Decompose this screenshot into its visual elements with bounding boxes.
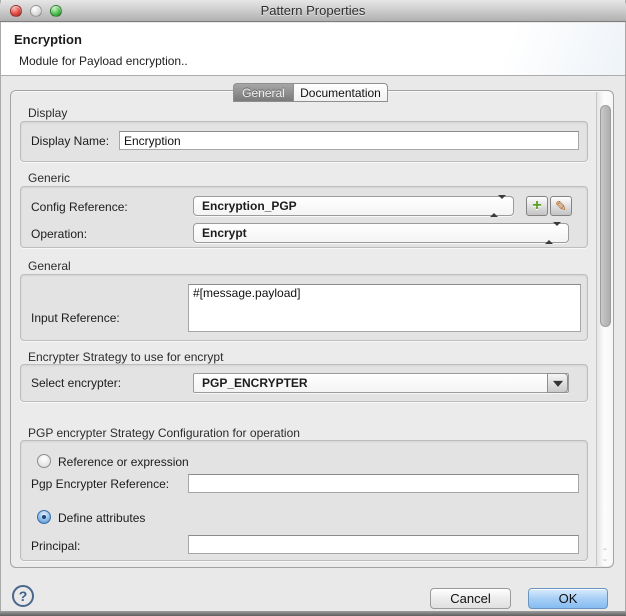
edit-config-button[interactable]: ✎ (550, 196, 572, 216)
pencil-icon: ✎ (555, 198, 567, 214)
page-title: Encryption (14, 32, 82, 47)
operation-dropdown[interactable]: Encrypt (193, 222, 569, 244)
group-box-pgp-config: Reference or expression Pgp Encrypter Re… (20, 440, 588, 561)
select-encrypter-label: Select encrypter: (31, 376, 122, 390)
group-box-generic: Config Reference: Encryption_PGP + ✎ Ope… (20, 186, 588, 248)
ok-button[interactable]: OK (528, 588, 608, 609)
group-box-encrypter-strategy: Select encrypter: PGP_ENCRYPTER (20, 364, 588, 402)
dialog-header: Encryption Module for Payload encryption… (1, 23, 625, 76)
input-reference-textarea[interactable]: #[message.payload] (188, 284, 581, 332)
display-name-input[interactable] (119, 131, 579, 150)
pgp-encrypter-reference-input[interactable] (188, 474, 579, 493)
scrollbar-arrows-icon[interactable]: ⌃ ⌄ (597, 548, 613, 563)
operation-label: Operation: (31, 227, 88, 241)
help-button[interactable]: ? (12, 585, 34, 607)
group-label-encrypter-strategy: Encrypter Strategy to use for encrypt (28, 350, 224, 364)
window-bottom-edge (0, 611, 626, 616)
config-reference-dropdown[interactable]: Encryption_PGP (193, 195, 514, 217)
group-label-general: General (28, 259, 71, 273)
tab-general[interactable]: General (233, 83, 293, 102)
window-title: Pattern Properties (260, 3, 366, 18)
titlebar[interactable]: Pattern Properties (0, 0, 626, 22)
principal-input[interactable] (188, 535, 579, 554)
select-encrypter-dropdown[interactable]: PGP_ENCRYPTER (193, 373, 569, 393)
cancel-button[interactable]: Cancel (430, 588, 511, 609)
define-attributes-radio[interactable] (37, 510, 51, 524)
vertical-scrollbar[interactable]: ⌃ ⌄ (596, 92, 613, 566)
pattern-properties-dialog: { "colors": { "accent_blue": "#4c86c4", … (0, 0, 626, 616)
display-name-label: Display Name: (31, 134, 110, 148)
reference-or-expression-radio[interactable] (37, 454, 51, 468)
principal-label: Principal: (31, 539, 81, 553)
select-encrypter-value: PGP_ENCRYPTER (202, 376, 308, 390)
group-box-general: Input Reference: #[message.payload] (20, 274, 588, 341)
config-reference-label: Config Reference: (31, 200, 128, 214)
stepper-icon (490, 195, 506, 217)
reference-or-expression-label: Reference or expression (58, 455, 189, 469)
define-attributes-label: Define attributes (58, 511, 146, 525)
group-box-display: Display Name: (20, 121, 588, 162)
group-label-pgp-config: PGP encrypter Strategy Configuration for… (28, 426, 300, 440)
page-subtitle: Module for Payload encryption.. (19, 54, 188, 68)
operation-value: Encrypt (202, 226, 247, 240)
tab-documentation[interactable]: Documentation (293, 83, 388, 102)
plus-icon: + (532, 197, 542, 214)
group-label-generic: Generic (28, 171, 71, 185)
config-reference-value: Encryption_PGP (202, 199, 297, 213)
group-label-display: Display (28, 106, 68, 120)
dropdown-arrow-button[interactable] (547, 373, 568, 393)
input-reference-label: Input Reference: (31, 311, 120, 325)
add-config-button[interactable]: + (526, 196, 548, 216)
stepper-icon (545, 222, 561, 244)
chevron-down-icon (552, 380, 563, 387)
scrollbar-thumb[interactable] (600, 105, 611, 327)
pgp-encrypter-reference-label: Pgp Encrypter Reference: (31, 477, 170, 491)
